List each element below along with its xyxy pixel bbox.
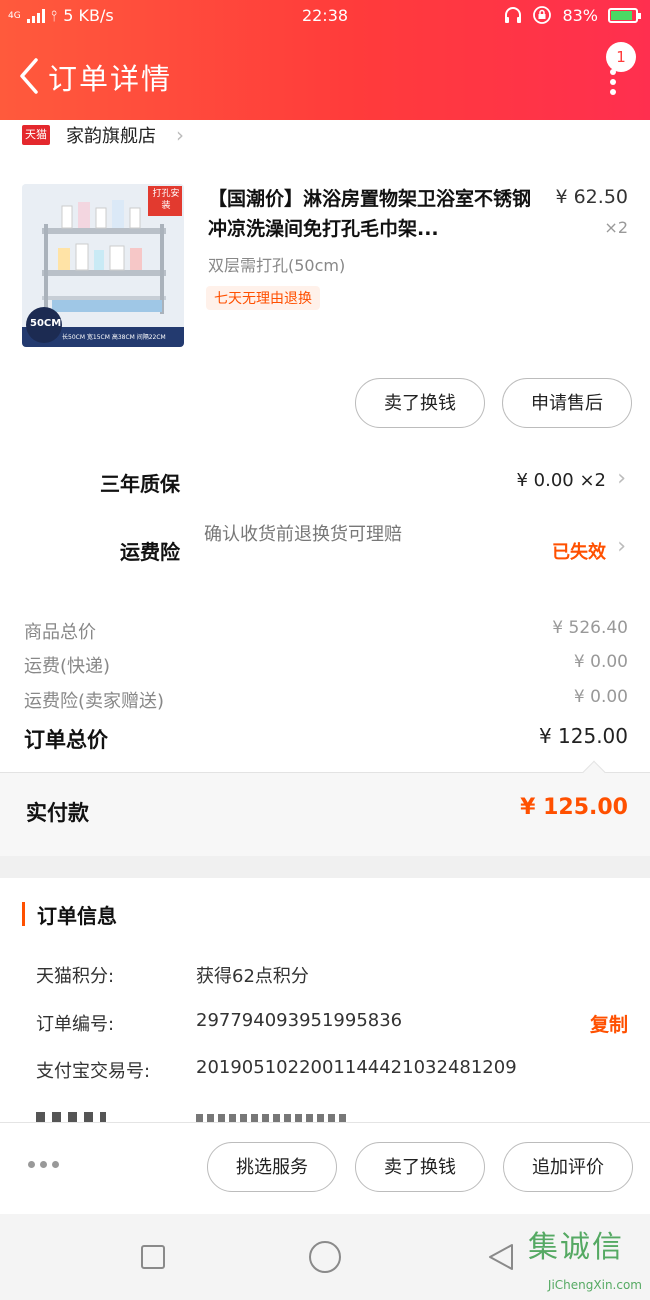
notch — [582, 760, 606, 784]
product-item[interactable]: 50CM 打孔安装 长50CM 宽15CM 高38CM 间隔22CM 【国潮价】… — [22, 184, 628, 349]
battery-icon — [608, 7, 641, 23]
rotation-lock-icon — [533, 6, 552, 24]
points-row: 天猫积分: 获得62点积分 — [36, 962, 628, 992]
shipping-insurance-label: 运费险 — [120, 540, 180, 564]
back-triangle-icon[interactable] — [486, 1242, 516, 1272]
alipay-number-value: 2019051022001144421032481209 — [196, 1057, 517, 1078]
back-arrow-icon[interactable] — [14, 56, 44, 96]
bottom-sell-exchange-button[interactable]: 卖了换钱 — [355, 1142, 485, 1192]
warranty-label: 三年质保 — [100, 472, 180, 496]
product-quantity: ×2 — [604, 218, 628, 237]
copy-button[interactable]: 复制 — [590, 1010, 628, 1037]
order-number-value: 297794093951995836 — [196, 1010, 403, 1031]
bottom-action-bar: 挑选服务 卖了换钱 追加评价 — [0, 1122, 650, 1214]
points-value: 获得62点积分 — [196, 966, 309, 987]
recents-square-icon[interactable] — [141, 1245, 165, 1269]
product-sku: 双层需打孔(50cm) — [208, 256, 346, 275]
paid-value: ¥ 125.00 — [520, 795, 628, 820]
watermark-en: JiChengXin.com — [547, 1278, 642, 1292]
thumb-spec-text: 长50CM 宽15CM 高38CM 间隔22CM — [62, 334, 166, 341]
shipping-insurance-status: 已失效 — [552, 542, 606, 563]
order-number-label: 订单编号: — [36, 1014, 115, 1035]
shipping-insurance-desc: 确认收货前退换货可理赔 — [204, 524, 402, 545]
system-nav-bar: 集诚信 JiChengXin.com — [0, 1214, 650, 1300]
shipping-fee-label: 运费(快递) — [24, 656, 111, 677]
shipping-fee-row: 运费(快递) ¥ 0.00 — [24, 652, 628, 682]
shipping-fee-value: ¥ 0.00 — [573, 652, 628, 672]
shipping-insurance-row[interactable]: 运费险 确认收货前退换货可理赔 已失效 › — [0, 520, 650, 582]
warranty-value: ¥ 0.00 ×2 — [516, 470, 606, 491]
return-policy-tag: 七天无理由退换 — [206, 286, 320, 310]
chevron-right-icon: › — [617, 466, 626, 491]
watermark: 集诚信 JiChengXin.com — [528, 1222, 644, 1292]
more-horizontal-icon[interactable] — [28, 1161, 59, 1168]
alipay-number-label: 支付宝交易号: — [36, 1061, 151, 1082]
goods-total-row: 商品总价 ¥ 526.40 — [24, 618, 628, 648]
accent-bar — [22, 902, 25, 926]
goods-total-label: 商品总价 — [24, 622, 96, 643]
order-info-header: 订单信息 — [22, 900, 117, 928]
header-bar: 4G ⫯ 5 KB/s 22:38 83% 订单详情 1 — [0, 0, 650, 120]
tmall-logo: 天猫 — [22, 125, 50, 145]
after-sales-button[interactable]: 申请售后 — [502, 378, 632, 428]
cut-off-text — [196, 1114, 346, 1122]
thumb-size-badge: 50CM — [30, 318, 62, 329]
chevron-right-icon: › — [176, 123, 184, 147]
cut-off-text — [36, 1112, 106, 1122]
sell-exchange-button[interactable]: 卖了换钱 — [355, 378, 485, 428]
order-total-row: 订单总价 ¥ 125.00 — [24, 724, 628, 754]
status-bar: 4G ⫯ 5 KB/s 22:38 83% — [0, 0, 650, 34]
select-service-button[interactable]: 挑选服务 — [207, 1142, 337, 1192]
order-total-value: ¥ 125.00 — [538, 724, 628, 748]
insurance-fee-value: ¥ 0.00 — [573, 687, 628, 707]
order-number-row: 订单编号: 297794093951995836 复制 — [36, 1010, 628, 1040]
order-total-label: 订单总价 — [24, 728, 108, 752]
nav-bar: 订单详情 1 — [0, 40, 650, 112]
insurance-fee-label: 运费险(卖家赠送) — [24, 691, 165, 712]
home-circle-icon[interactable] — [309, 1241, 341, 1273]
partial-row — [36, 1108, 628, 1122]
add-review-button[interactable]: 追加评价 — [503, 1142, 633, 1192]
alipay-number-row: 支付宝交易号: 2019051022001144421032481209 — [36, 1057, 628, 1087]
status-right: 83% — [504, 5, 641, 25]
goods-total-value: ¥ 526.40 — [552, 618, 628, 638]
shop-row[interactable]: 天猫 家韵旗舰店 › — [0, 120, 650, 150]
product-title[interactable]: 【国潮价】淋浴房置物架卫浴室不锈钢冲凉洗澡间免打孔毛巾架... — [208, 184, 548, 244]
insurance-fee-row: 运费险(卖家赠送) ¥ 0.00 — [24, 687, 628, 717]
chevron-right-icon: › — [617, 534, 626, 559]
shop-name: 家韵旗舰店 — [66, 126, 156, 147]
thumb-corner-label: 打孔安装 — [152, 189, 180, 211]
points-label: 天猫积分: — [36, 966, 115, 987]
paid-label: 实付款 — [26, 801, 89, 825]
warranty-row[interactable]: 三年质保 ¥ 0.00 ×2 › — [0, 466, 650, 498]
headphones-icon — [505, 7, 522, 23]
product-thumbnail[interactable]: 50CM 打孔安装 长50CM 宽15CM 高38CM 间隔22CM — [22, 184, 184, 347]
section-divider — [0, 856, 650, 878]
product-price: ¥ 62.50 — [555, 186, 628, 208]
battery-percent: 83% — [562, 5, 598, 25]
page-title: 订单详情 — [48, 62, 173, 96]
watermark-cn: 集诚信 — [528, 1230, 624, 1265]
paid-amount-box: 实付款 ¥ 125.00 — [0, 760, 650, 856]
order-info-title: 订单信息 — [37, 903, 117, 928]
more-vertical-icon[interactable] — [606, 66, 620, 96]
